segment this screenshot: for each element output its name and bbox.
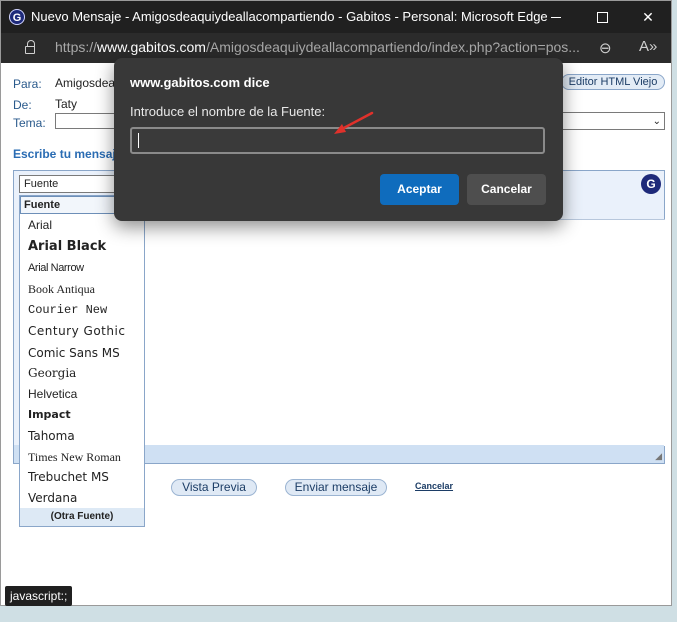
preview-button[interactable]: Vista Previa [171, 479, 257, 496]
category-select[interactable]: ral⌄ [545, 112, 665, 130]
de-value: Taty [55, 97, 78, 111]
font-option-courier-new[interactable]: Courier New [20, 300, 144, 320]
font-option-arial-black[interactable]: Arial Black [20, 237, 144, 257]
editor-text-area[interactable] [144, 219, 665, 446]
url-text[interactable]: https://www.gabitos.com/Amigosdeaquiydea… [55, 39, 580, 55]
annotation-arrow-icon [334, 111, 374, 134]
font-option-times-new-roman[interactable]: Times New Roman [20, 447, 144, 467]
text-caret [138, 133, 139, 148]
dialog-message: Introduce el nombre de la Fuente: [130, 104, 326, 119]
font-option-impact[interactable]: Impact [20, 405, 144, 425]
font-option-book-antiqua[interactable]: Book Antiqua [20, 279, 144, 299]
font-option-trebuchet[interactable]: Trebuchet MS [20, 467, 144, 487]
zoom-out-icon[interactable]: ⊖ [599, 39, 612, 57]
font-option-arial-narrow[interactable]: Arial Narrow [20, 258, 144, 278]
url-host: www.gabitos.com [97, 39, 206, 55]
font-option-helvetica[interactable]: Helvetica [20, 384, 144, 404]
font-dropdown-list: Fuente Arial Arial Black Arial Narrow Bo… [19, 195, 145, 527]
font-option-century-gothic[interactable]: Century Gothic [20, 321, 144, 341]
title-bar: G Nuevo Mensaje - Amigosdeaquiydeallacom… [1, 1, 671, 33]
para-value[interactable]: Amigosdea [55, 76, 115, 90]
close-button[interactable]: ✕ [625, 1, 671, 33]
site-favicon-icon: G [9, 9, 25, 25]
url-scheme: https:// [55, 39, 98, 55]
editor-html-viejo-button[interactable]: Editor HTML Viejo [561, 74, 665, 90]
lock-icon[interactable] [25, 40, 37, 54]
cancel-link[interactable]: Cancelar [415, 481, 453, 491]
font-option-verdana[interactable]: Verdana [20, 488, 144, 508]
tema-label: Tema: [13, 116, 46, 130]
send-message-button[interactable]: Enviar mensaje [285, 479, 387, 496]
cancel-button[interactable]: Cancelar [467, 174, 546, 205]
escribe-label: Escribe tu mensaj [13, 147, 116, 161]
url-path: /Amigosdeaquiydeallacompartiendo/index.p… [205, 39, 580, 55]
tema-input[interactable] [55, 113, 119, 129]
status-bar: javascript:; [5, 586, 73, 606]
font-option-tahoma[interactable]: Tahoma [20, 426, 144, 446]
maximize-button[interactable] [579, 1, 625, 33]
gabitos-badge-icon: G [641, 174, 661, 194]
chevron-down-icon: ⌄ [652, 116, 661, 127]
font-option-comic-sans[interactable]: Comic Sans MS [20, 343, 144, 363]
font-option-georgia[interactable]: Georgia [20, 363, 144, 383]
font-option-other[interactable]: (Otra Fuente) [20, 508, 144, 526]
de-label: De: [13, 98, 32, 112]
background-page-bottom [0, 606, 677, 622]
para-label: Para: [13, 77, 42, 91]
resize-grip-icon[interactable]: ◢ [655, 451, 662, 462]
window-title: Nuevo Mensaje - Amigosdeaquiydeallacompa… [31, 9, 548, 24]
minimize-button[interactable] [533, 1, 579, 33]
accept-button[interactable]: Aceptar [380, 174, 459, 205]
read-aloud-icon[interactable]: A» [639, 38, 657, 55]
dialog-title: www.gabitos.com dice [130, 75, 270, 90]
